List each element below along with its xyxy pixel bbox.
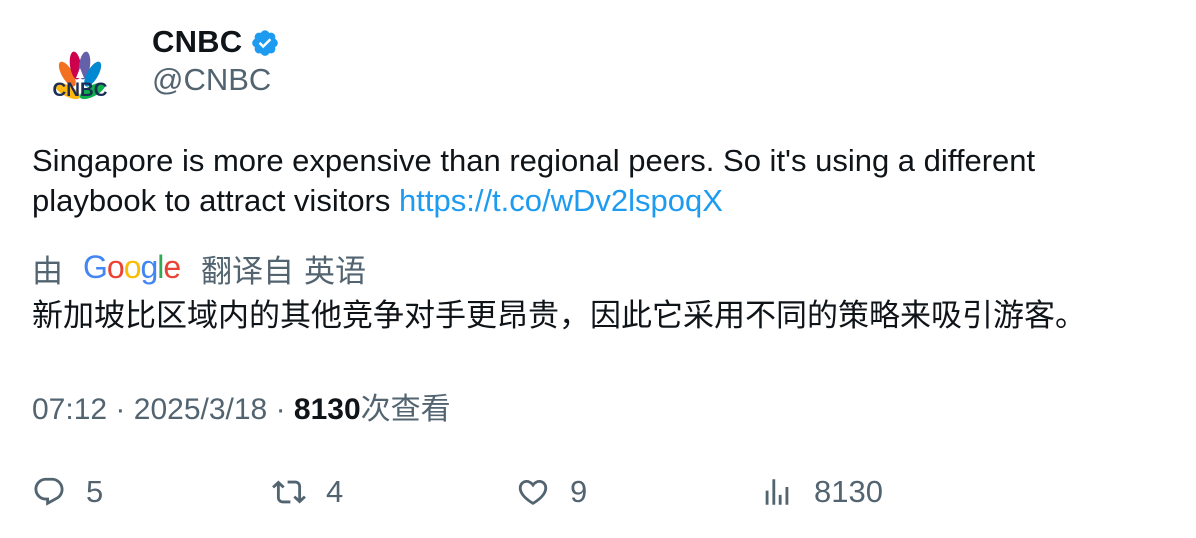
tweet-text: Singapore is more expensive than regiona… <box>32 141 1162 221</box>
reply-button[interactable]: 5 <box>32 470 103 514</box>
verified-badge-icon[interactable] <box>250 28 280 58</box>
views-count: 8130 <box>293 393 361 426</box>
tweet-meta: 07:12 · 2025/3/18 · 8130次查看 <box>32 384 451 428</box>
reply-count: 5 <box>86 474 104 509</box>
tweet-date[interactable]: 2025/3/18 <box>134 393 267 426</box>
google-logo-icon[interactable]: Google <box>83 250 181 286</box>
translation-attribution: 由 Google 翻译自 英语 <box>32 247 366 289</box>
author-name-row: CNBC <box>152 22 280 62</box>
views-action-count: 8130 <box>814 474 883 509</box>
tweet-time[interactable]: 07:12 <box>32 393 107 426</box>
translated-text: 新加坡比区域内的其他竞争对手更昂贵，因此它采用不同的策略来吸引游客。 <box>32 298 1086 333</box>
svg-text:CNBC: CNBC <box>53 80 108 101</box>
tweet-link[interactable]: https://t.co/wDv2lspoqX <box>399 183 723 218</box>
translated-by-label: 由 <box>32 253 63 289</box>
retweet-button[interactable]: 4 <box>272 470 343 514</box>
avatar[interactable]: CNBC <box>32 26 128 122</box>
reply-icon <box>32 475 66 509</box>
svg-text:Google: Google <box>83 250 180 285</box>
heart-icon <box>516 475 550 509</box>
meta-separator: · <box>275 393 286 426</box>
translated-from-label: 翻译自 <box>201 253 294 289</box>
tweet-actions: 5 4 9 8130 <box>32 470 1162 514</box>
views-button[interactable]: 8130 <box>760 470 883 514</box>
views-label: 次查看 <box>360 393 451 426</box>
source-language: 英语 <box>304 253 366 289</box>
author-display-name[interactable]: CNBC <box>152 24 242 60</box>
cnbc-peacock-logo: CNBC <box>53 51 108 101</box>
like-button[interactable]: 9 <box>516 470 587 514</box>
retweet-icon <box>272 475 306 509</box>
analytics-icon <box>760 475 794 509</box>
author-handle[interactable]: @CNBC <box>152 62 271 98</box>
meta-separator: · <box>115 393 126 426</box>
retweet-count: 4 <box>326 474 344 509</box>
like-count: 9 <box>570 474 588 509</box>
